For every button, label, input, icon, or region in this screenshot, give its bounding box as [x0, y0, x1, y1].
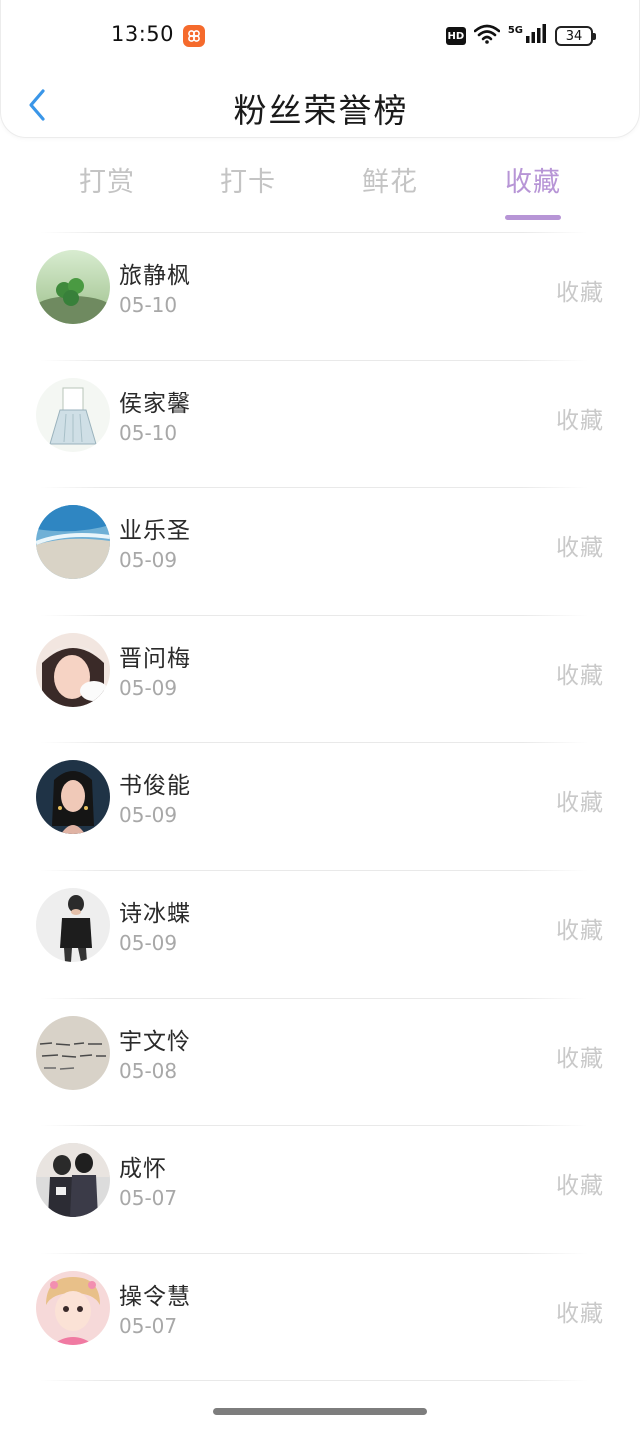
status-icons: HD 5G 34 — [445, 23, 596, 49]
fan-date: 05-10 — [119, 420, 178, 445]
divider — [40, 232, 588, 233]
divider — [40, 869, 588, 871]
avatar[interactable] — [36, 760, 110, 835]
divider — [40, 997, 588, 999]
list-item[interactable]: 书俊能 05-09 收藏 — [0, 742, 640, 870]
fan-name: 晋问梅 — [119, 645, 191, 672]
fan-action-label: 收藏 — [556, 535, 604, 562]
tab-checkin[interactable]: 打卡 — [198, 160, 298, 199]
home-indicator[interactable] — [213, 1408, 427, 1415]
divider — [40, 487, 588, 489]
fan-date: 05-09 — [119, 548, 178, 573]
signal-icon — [525, 24, 547, 48]
fan-name: 书俊能 — [119, 773, 191, 800]
tab-favorites[interactable]: 收藏 — [483, 160, 583, 220]
list-item[interactable]: 业乐圣 05-09 收藏 — [0, 487, 640, 615]
fan-action-label: 收藏 — [556, 280, 604, 306]
list-item[interactable]: 旅静枫 05-10 收藏 — [0, 232, 640, 360]
status-time: 13:50 — [111, 22, 175, 46]
fan-honor-page: 13:50 HD 5G 34 粉丝荣誉榜 打赏 打卡 鲜花 收藏 旅静枫 05-… — [0, 0, 640, 1429]
fan-name: 操令慧 — [119, 1283, 191, 1310]
list-item[interactable]: 诗冰蝶 05-09 收藏 — [0, 869, 640, 998]
hd-icon: HD — [445, 27, 466, 45]
avatar[interactable] — [36, 1015, 110, 1090]
fan-action-label: 收藏 — [556, 1300, 604, 1327]
active-tab-indicator — [505, 215, 561, 220]
divider — [40, 359, 588, 361]
fan-action-label: 收藏 — [556, 662, 604, 689]
list-item[interactable]: 侯家馨 05-10 收藏 — [0, 359, 640, 488]
app-notification-icon — [183, 25, 205, 47]
fan-name: 宇文怜 — [119, 1028, 191, 1055]
fan-date: 05-10 — [119, 293, 178, 317]
divider — [40, 742, 588, 744]
fan-name: 诗冰蝶 — [119, 900, 191, 927]
fan-name: 旅静枫 — [119, 263, 191, 289]
fan-date: 05-07 — [119, 1313, 178, 1338]
fan-date: 05-09 — [119, 930, 178, 955]
status-bar: 13:50 HD 5G 34 — [1, 0, 640, 72]
tab-bar: 打赏 打卡 鲜花 收藏 — [0, 150, 640, 220]
network-type: 5G — [507, 24, 523, 36]
fan-date: 05-08 — [119, 1058, 178, 1083]
fan-date: 05-09 — [119, 675, 178, 700]
header: 13:50 HD 5G 34 粉丝荣誉榜 — [0, 0, 640, 138]
fan-action-label: 收藏 — [556, 1045, 604, 1072]
list-item[interactable]: 成怀 05-07 收藏 — [0, 1125, 640, 1253]
wifi-icon — [473, 24, 501, 48]
fan-date: 05-07 — [119, 1186, 178, 1211]
fan-action-label: 收藏 — [556, 790, 604, 817]
list-item[interactable]: 宇文怜 05-08 收藏 — [0, 997, 640, 1126]
divider — [40, 1380, 588, 1382]
nav-bar: 粉丝荣誉榜 — [1, 74, 640, 138]
avatar[interactable] — [36, 1270, 110, 1345]
avatar[interactable] — [36, 632, 110, 707]
avatar[interactable] — [36, 1143, 110, 1218]
battery-icon: 34 — [555, 26, 596, 46]
divider — [40, 1125, 588, 1127]
page-title: 粉丝荣誉榜 — [233, 91, 409, 130]
tab-flowers[interactable]: 鲜花 — [340, 160, 440, 199]
list-item[interactable]: 操令慧 05-07 收藏 — [0, 1252, 640, 1381]
fan-name: 侯家馨 — [119, 390, 191, 417]
fan-action-label: 收藏 — [556, 917, 604, 944]
avatar[interactable] — [36, 505, 110, 580]
avatar[interactable] — [36, 377, 110, 452]
battery-level: 34 — [565, 28, 583, 44]
tab-tip[interactable]: 打赏 — [57, 160, 157, 199]
fan-action-label: 收藏 — [556, 1173, 604, 1200]
divider — [40, 1252, 588, 1254]
divider — [40, 614, 588, 616]
fan-date: 05-09 — [119, 803, 178, 828]
fan-name: 业乐圣 — [119, 518, 191, 545]
fan-name: 成怀 — [119, 1156, 167, 1183]
fan-action-label: 收藏 — [556, 407, 604, 434]
avatar[interactable] — [36, 250, 110, 324]
tab-favorites-label: 收藏 — [505, 167, 561, 198]
list-item[interactable]: 晋问梅 05-09 收藏 — [0, 614, 640, 743]
avatar[interactable] — [36, 887, 110, 962]
fan-list: 旅静枫 05-10 收藏 侯家馨 05-10 收藏 业乐圣 05-09 收藏 晋… — [0, 232, 640, 1420]
